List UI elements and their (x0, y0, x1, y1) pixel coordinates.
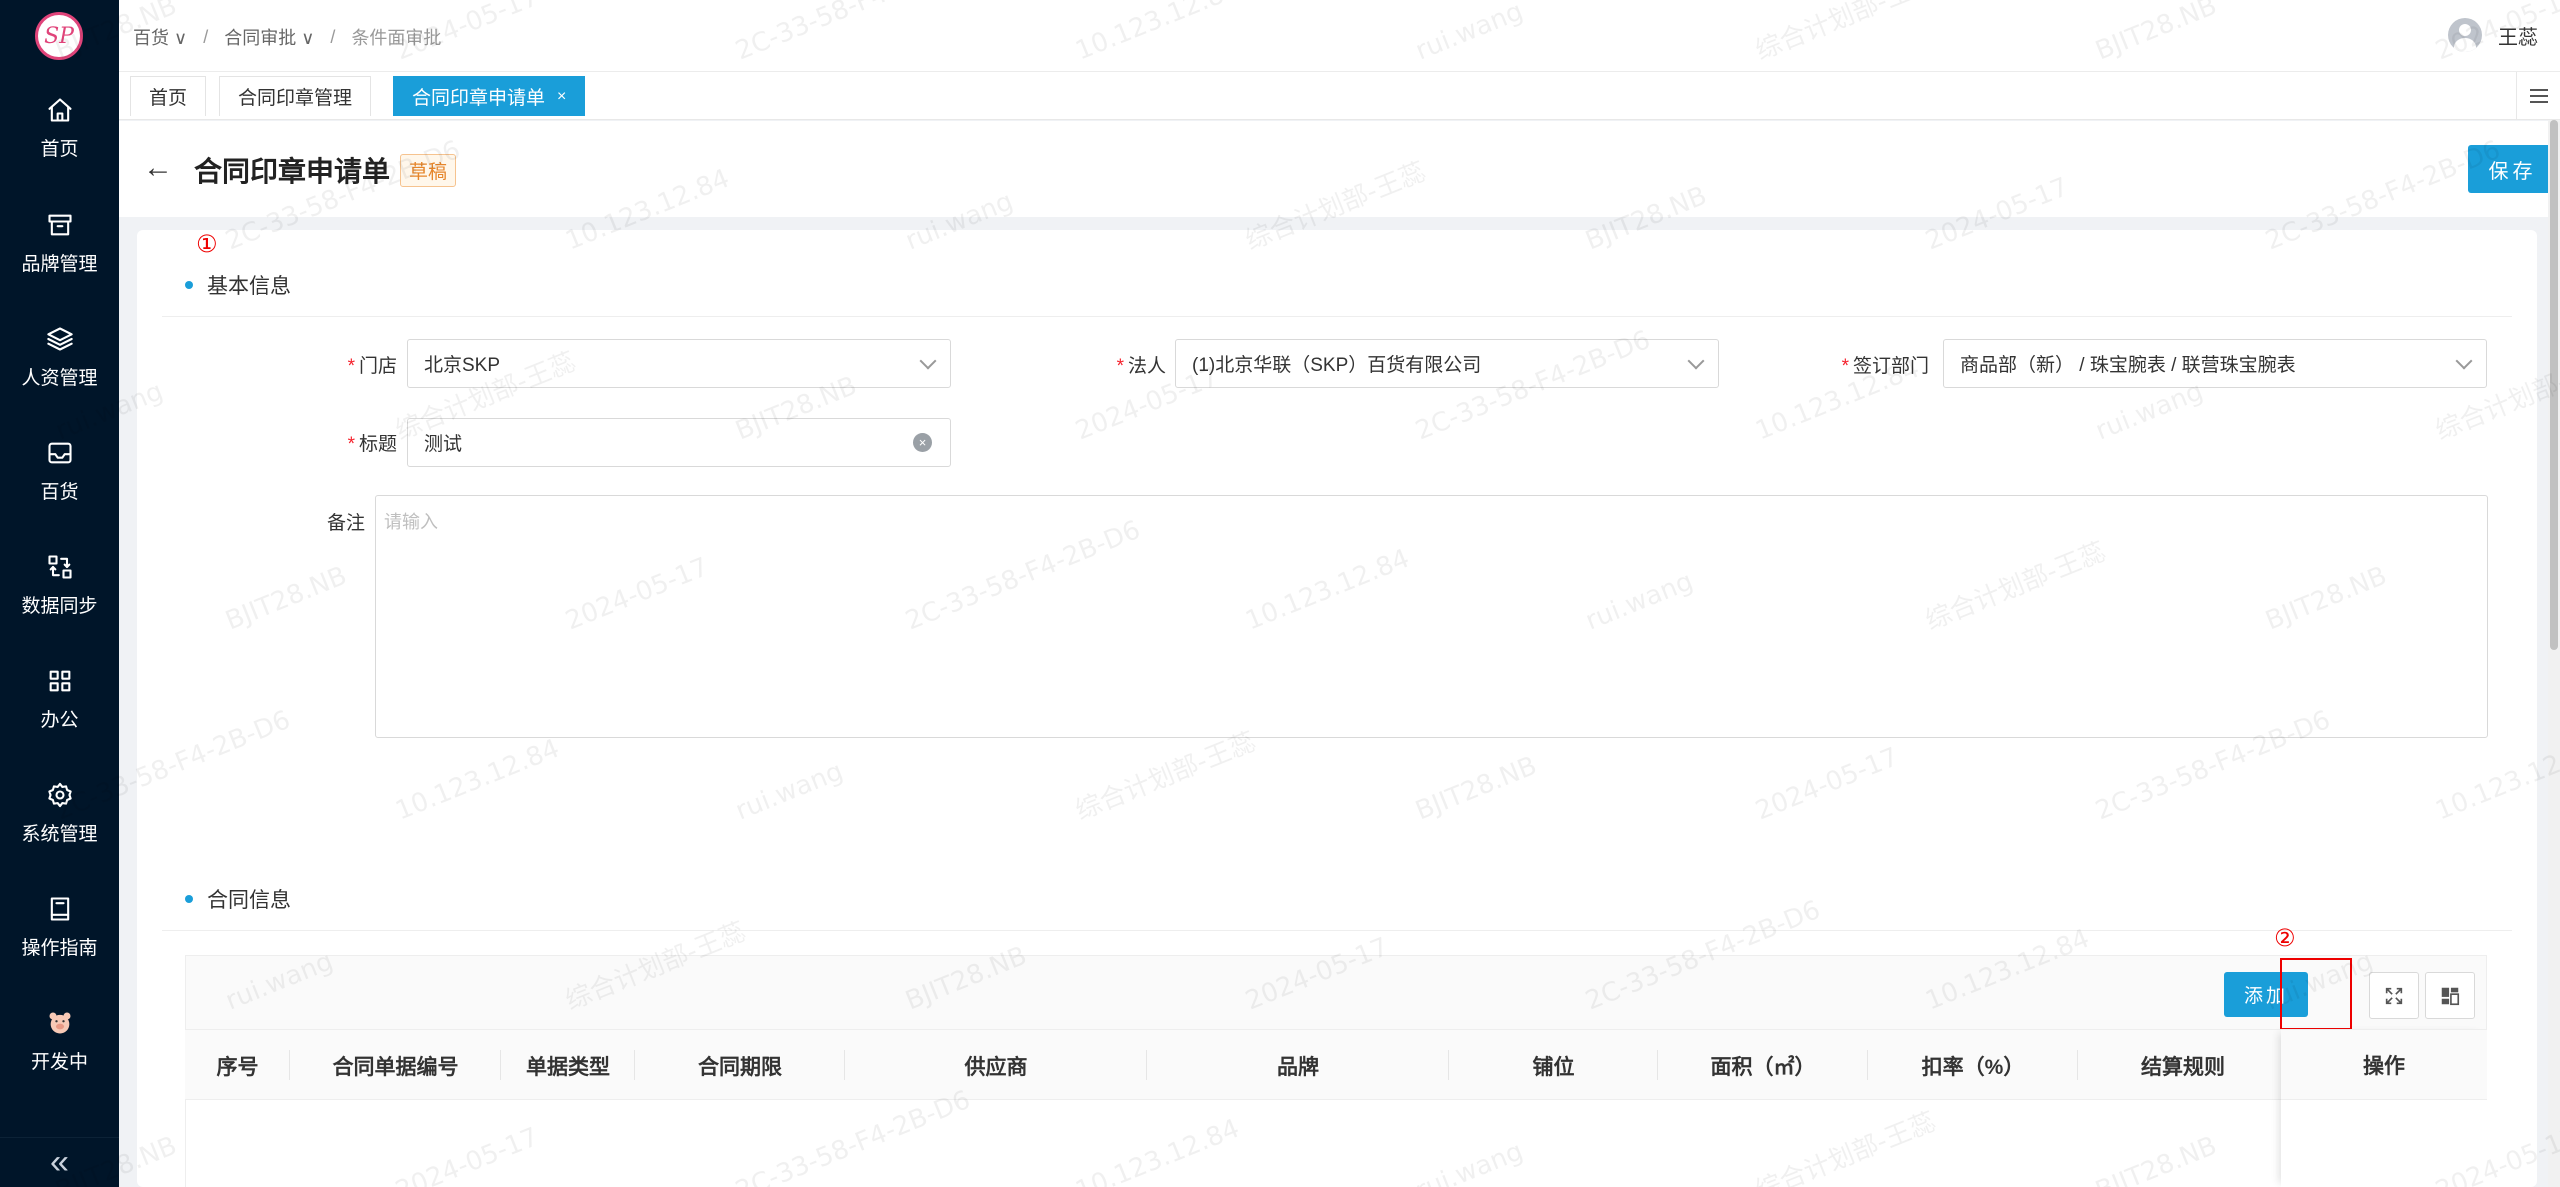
page-title: 合同印章申请单 (194, 156, 391, 187)
inbox-icon (47, 442, 72, 464)
bullet-dot (185, 281, 193, 289)
nav-item-in-development[interactable]: 开发中 (0, 1001, 119, 1091)
column-header[interactable]: 结算规则 (2078, 1030, 2288, 1101)
column-header[interactable]: 品牌 (1147, 1030, 1449, 1101)
sync-icon (47, 555, 72, 579)
department-select[interactable]: 商品部（新） / 珠宝腕表 / 联营珠宝腕表 (1943, 339, 2487, 388)
expand-icon (2385, 987, 2403, 1004)
user-name: 王蕊 (2498, 26, 2538, 49)
tabs-menu-button[interactable] (2516, 72, 2560, 120)
hamburger-icon (2529, 95, 2548, 97)
column-header[interactable]: 合同期限 (635, 1030, 845, 1101)
remark-textarea[interactable]: 请输入 (375, 495, 2488, 738)
store-label: * 门店 (347, 356, 397, 377)
title-label: * 标题 (347, 434, 397, 455)
column-header: 操作 (2281, 1029, 2487, 1100)
layers-icon (46, 327, 73, 351)
collapse-sidebar-button[interactable]: « (0, 1137, 119, 1187)
chevron-down-icon (2455, 352, 2473, 370)
remark-label: 备注 (326, 513, 365, 534)
breadcrumb: 百货 ∨ / 合同审批 ∨ / 条件面审批 (133, 24, 441, 50)
nav-item-system[interactable]: 系统管理 (0, 773, 119, 863)
store-select[interactable]: 北京SKP (407, 339, 951, 388)
nav-item-label: 系统管理 (21, 824, 98, 845)
column-header[interactable]: 供应商 (845, 1030, 1147, 1101)
fullscreen-button[interactable] (2369, 972, 2419, 1019)
scrollbar-thumb[interactable] (2550, 120, 2558, 650)
chevron-down-icon: ∨ (301, 28, 315, 48)
legal-person-select[interactable]: (1)北京华联（SKP）百货有限公司 (1175, 339, 1719, 388)
highlight-box (2280, 958, 2352, 1030)
nav-item-label: 首页 (40, 139, 79, 160)
department-label: * 签订部门 (1841, 356, 1929, 377)
nav-item-label: 百货 (40, 482, 79, 503)
column-header[interactable]: 序号 (185, 1030, 290, 1101)
nav-item-guide[interactable]: 操作指南 (0, 887, 119, 977)
logo: SP (35, 12, 83, 60)
gear-icon (47, 782, 72, 808)
clear-icon[interactable]: × (913, 433, 932, 452)
chevron-down-icon: ∨ (174, 28, 188, 48)
tab-contract-seal-application[interactable]: 合同印章申请单 × (393, 76, 586, 116)
chevron-down-icon (919, 352, 937, 370)
top-header: 百货 ∨ / 合同审批 ∨ / 条件面审批 王蕊 (119, 0, 2560, 72)
breadcrumb-item[interactable]: 百货 ∨ (133, 24, 187, 50)
pig-icon (49, 1012, 70, 1034)
nav-item-brand[interactable]: 品牌管理 (0, 203, 119, 293)
save-button[interactable]: 保存 (2468, 145, 2557, 193)
column-settings-button[interactable] (2425, 972, 2475, 1019)
double-chevron-left-icon: « (50, 1143, 69, 1181)
user-menu[interactable]: 王蕊 (2448, 18, 2538, 52)
column-header[interactable]: 合同单据编号 (290, 1030, 501, 1101)
grid-icon (49, 670, 70, 692)
nav-item-office[interactable]: 办公 (0, 659, 119, 749)
breadcrumb-item[interactable]: 合同审批 ∨ (224, 24, 314, 50)
tabs-bar: 首页 合同印章管理 合同印章申请单 × (119, 72, 2560, 120)
section-basic-info: 基本信息 (185, 270, 291, 300)
nav-item-label: 人资管理 (21, 368, 98, 389)
title-input[interactable]: 测试 × (407, 418, 951, 467)
annotation-mark: ① (196, 231, 218, 258)
archive-box-icon (47, 214, 72, 236)
section-contract-info: 合同信息 (185, 884, 291, 914)
tab-contract-seal-management[interactable]: 合同印章管理 (219, 76, 372, 116)
page-scrollbar[interactable] (2548, 120, 2560, 1187)
table-body (185, 1100, 2487, 1187)
avatar-icon (2448, 18, 2482, 52)
column-header[interactable]: 单据类型 (501, 1030, 635, 1101)
nav-item-data-sync[interactable]: 数据同步 (0, 545, 119, 635)
nav-item-label: 操作指南 (21, 938, 98, 959)
close-icon[interactable]: × (557, 88, 566, 106)
nav-item-home[interactable]: 首页 (0, 88, 119, 178)
legal-person-label: * 法人 (1116, 356, 1166, 377)
column-header[interactable]: 面积（㎡） (1658, 1030, 1868, 1101)
page-header: ← 合同印章申请单 草稿 保存 (119, 121, 2560, 217)
home-icon (47, 98, 72, 122)
breadcrumb-current: 条件面审批 (351, 28, 442, 48)
column-header[interactable]: 扣率（%） (1868, 1030, 2078, 1101)
book-icon (50, 897, 69, 921)
nav-item-label: 办公 (40, 710, 79, 731)
nav-item-label: 开发中 (30, 1052, 88, 1073)
back-arrow-icon[interactable]: ← (143, 153, 173, 183)
tab-home[interactable]: 首页 (130, 76, 207, 116)
nav-item-hr[interactable]: 人资管理 (0, 317, 119, 407)
nav-item-department-store[interactable]: 百货 (0, 431, 119, 521)
bullet-dot (185, 895, 193, 903)
sidebar: SP 首页 品牌管理 人资管理 百货 数据同步 办公 系统管理 操作指南 开发中… (0, 0, 119, 1187)
annotation-mark: ② (2274, 925, 2296, 952)
table-header: 序号 合同单据编号 单据类型 合同期限 供应商 品牌 铺位 面积（㎡） 扣率（%… (185, 1029, 2487, 1100)
operation-column: 操作 (2281, 1029, 2487, 1187)
status-badge: 草稿 (400, 154, 457, 187)
layout-icon (2441, 987, 2460, 1005)
form-card: ① 基本信息 * 门店 北京SKP * 法人 (1)北京华联（SKP）百货有限公司 … (137, 230, 2537, 1187)
nav-item-label: 数据同步 (21, 596, 98, 617)
column-header[interactable]: 铺位 (1449, 1030, 1658, 1101)
chevron-down-icon (1687, 352, 1705, 370)
nav-item-label: 品牌管理 (21, 254, 98, 275)
